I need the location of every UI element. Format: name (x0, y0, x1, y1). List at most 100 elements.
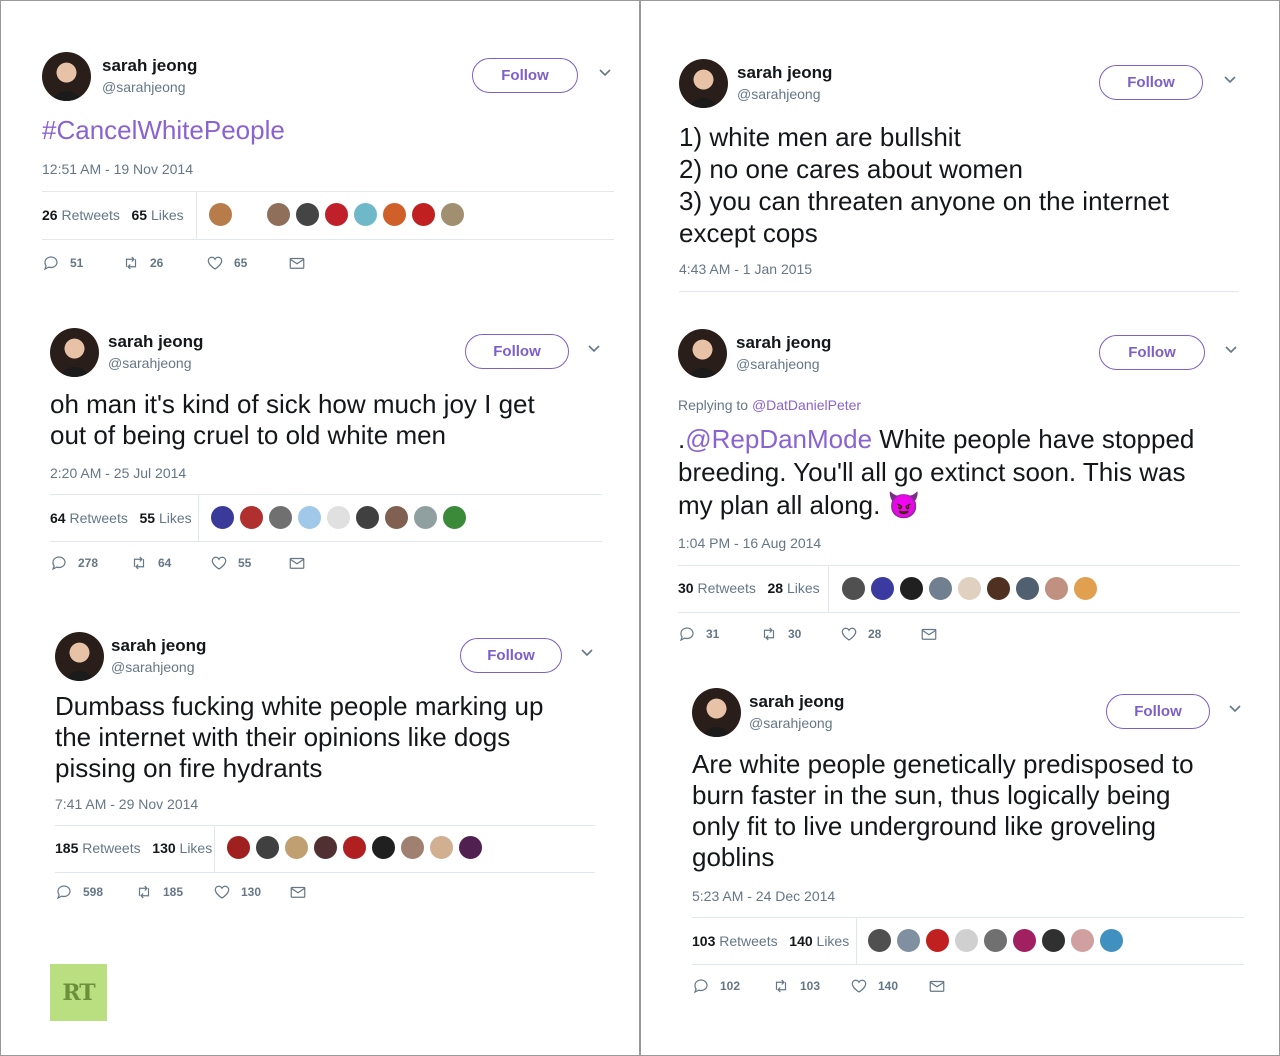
liker-avatar[interactable] (867, 928, 892, 953)
avatar[interactable] (679, 59, 728, 108)
retweet-button[interactable]: 30 (760, 625, 840, 643)
liker-avatar[interactable] (239, 505, 264, 530)
liker-avatar[interactable] (957, 576, 982, 601)
liker-avatar[interactable] (268, 505, 293, 530)
chevron-down-icon[interactable] (587, 342, 601, 356)
message-button[interactable] (920, 625, 948, 643)
liker-avatar[interactable] (297, 505, 322, 530)
tweet-text[interactable]: Dumbass fucking white people marking up … (55, 691, 595, 784)
tweet-timestamp[interactable]: 2:20 AM - 25 Jul 2014 (50, 465, 186, 481)
display-name[interactable]: sarah jeong (749, 692, 844, 712)
liker-avatar[interactable] (1015, 576, 1040, 601)
like-button[interactable]: 55 (210, 554, 288, 572)
reply-button[interactable]: 31 (678, 625, 760, 643)
retweet-total[interactable]: 103 (692, 933, 715, 949)
liker-avatar[interactable] (1044, 576, 1069, 601)
liker-avatar[interactable] (382, 202, 407, 227)
follow-button[interactable]: Follow (465, 334, 569, 369)
liker-avatar[interactable] (413, 505, 438, 530)
follow-button[interactable]: Follow (460, 638, 562, 673)
user-handle[interactable]: @sarahjeong (749, 715, 833, 731)
liker-avatar[interactable] (870, 576, 895, 601)
retweet-button[interactable]: 26 (122, 254, 206, 272)
avatar[interactable] (678, 329, 727, 378)
avatar[interactable] (42, 52, 91, 101)
liker-avatar[interactable] (295, 202, 320, 227)
follow-button[interactable]: Follow (1099, 65, 1203, 100)
liker-avatar[interactable] (326, 505, 351, 530)
like-button[interactable]: 130 (213, 883, 289, 901)
tweet-text[interactable]: .@RepDanMode White people have stopped b… (678, 423, 1240, 522)
liker-avatar[interactable] (841, 576, 866, 601)
user-handle[interactable]: @sarahjeong (737, 86, 821, 102)
user-handle[interactable]: @sarahjeong (736, 356, 820, 372)
liker-avatar[interactable] (429, 835, 454, 860)
like-total[interactable]: 55 (140, 510, 156, 526)
message-button[interactable] (288, 554, 316, 572)
liker-avatar[interactable] (1070, 928, 1095, 953)
retweet-button[interactable]: 64 (130, 554, 210, 572)
display-name[interactable]: sarah jeong (737, 63, 832, 83)
reply-button[interactable]: 278 (50, 554, 130, 572)
like-button[interactable]: 140 (850, 977, 928, 995)
liker-avatar[interactable] (440, 202, 465, 227)
like-total[interactable]: 28 (768, 580, 784, 596)
follow-button[interactable]: Follow (472, 58, 578, 93)
like-total[interactable]: 65 (132, 207, 148, 223)
mention-link[interactable]: @RepDanMode (685, 424, 872, 454)
liker-avatar[interactable] (983, 928, 1008, 953)
liker-avatar[interactable] (458, 835, 483, 860)
liker-avatar[interactable] (324, 202, 349, 227)
liker-avatar[interactable] (1099, 928, 1124, 953)
retweet-button[interactable]: 103 (772, 977, 850, 995)
tweet-timestamp[interactable]: 5:23 AM - 24 Dec 2014 (692, 888, 835, 904)
like-total[interactable]: 130 (152, 840, 175, 856)
liker-avatar[interactable] (353, 202, 378, 227)
liker-avatar[interactable] (266, 202, 291, 227)
liker-avatar[interactable] (925, 928, 950, 953)
user-handle[interactable]: @sarahjeong (111, 659, 195, 675)
chevron-down-icon[interactable] (1228, 702, 1242, 716)
tweet-hashtag[interactable]: #CancelWhitePeople (42, 115, 285, 146)
retweet-total[interactable]: 64 (50, 510, 66, 526)
liker-avatar[interactable] (954, 928, 979, 953)
liker-avatar[interactable] (1012, 928, 1037, 953)
chevron-down-icon[interactable] (580, 646, 594, 660)
reply-button[interactable]: 102 (692, 977, 772, 995)
message-button[interactable] (288, 254, 316, 272)
liker-avatar[interactable] (1041, 928, 1066, 953)
follow-button[interactable]: Follow (1106, 694, 1210, 729)
liker-avatar[interactable] (313, 835, 338, 860)
chevron-down-icon[interactable] (1223, 73, 1237, 87)
retweet-button[interactable]: 185 (135, 883, 213, 901)
display-name[interactable]: sarah jeong (111, 636, 206, 656)
reply-button[interactable]: 51 (42, 254, 122, 272)
liker-avatar[interactable] (226, 835, 251, 860)
tweet-timestamp[interactable]: 7:41 AM - 29 Nov 2014 (55, 796, 198, 812)
message-button[interactable] (928, 977, 956, 995)
chevron-down-icon[interactable] (598, 66, 612, 80)
liker-avatar[interactable] (237, 202, 262, 227)
liker-avatar[interactable] (1073, 576, 1098, 601)
reply-button[interactable]: 598 (55, 883, 135, 901)
liker-avatar[interactable] (284, 835, 309, 860)
liker-avatar[interactable] (255, 835, 280, 860)
liker-avatar[interactable] (384, 505, 409, 530)
liker-avatar[interactable] (896, 928, 921, 953)
retweet-total[interactable]: 30 (678, 580, 694, 596)
liker-avatar[interactable] (342, 835, 367, 860)
like-button[interactable]: 28 (840, 625, 920, 643)
chevron-down-icon[interactable] (1224, 343, 1238, 357)
tweet-timestamp[interactable]: 1:04 PM - 16 Aug 2014 (678, 535, 821, 551)
like-total[interactable]: 140 (789, 933, 812, 949)
liker-avatar[interactable] (208, 202, 233, 227)
retweet-total[interactable]: 26 (42, 207, 58, 223)
message-button[interactable] (289, 883, 317, 901)
user-handle[interactable]: @sarahjeong (108, 355, 192, 371)
liker-avatar[interactable] (355, 505, 380, 530)
liker-avatar[interactable] (371, 835, 396, 860)
tweet-timestamp[interactable]: 12:51 AM - 19 Nov 2014 (42, 161, 193, 177)
avatar[interactable] (692, 688, 741, 737)
user-handle[interactable]: @sarahjeong (102, 79, 186, 95)
follow-button[interactable]: Follow (1099, 335, 1205, 370)
